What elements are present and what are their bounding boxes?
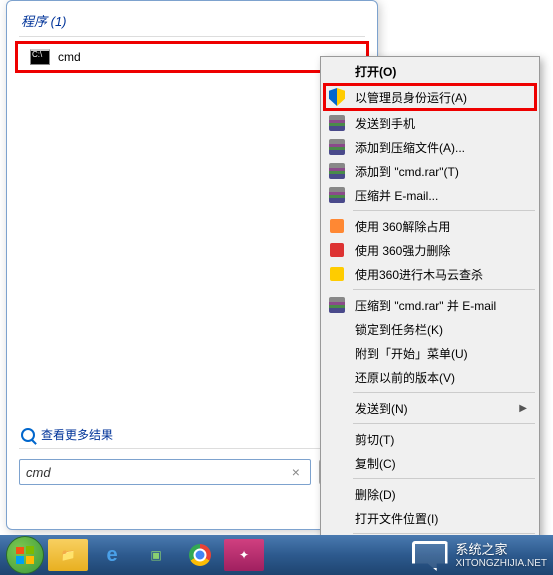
- divider: [19, 36, 365, 37]
- menu-item-1[interactable]: 以管理员身份运行(A): [323, 83, 537, 111]
- blank-icon: [327, 62, 347, 80]
- menu-item-label: 使用 360强力删除: [355, 242, 450, 259]
- blank-icon: [327, 344, 347, 362]
- search-result-cmd[interactable]: cmd: [15, 41, 369, 73]
- watermark-url: XITONGZHIJIA.NET: [456, 558, 548, 569]
- menu-item-2[interactable]: 发送到手机: [323, 111, 537, 135]
- menu-item-label: 打开(O): [355, 63, 396, 80]
- menu-item-19[interactable]: 复制(C): [323, 451, 537, 475]
- taskbar-app-icon[interactable]: ✦: [224, 539, 264, 571]
- menu-item-label: 以管理员身份运行(A): [355, 89, 467, 106]
- menu-item-3[interactable]: 添加到压缩文件(A)...: [323, 135, 537, 159]
- menu-item-5[interactable]: 压缩并 E-mail...: [323, 183, 537, 207]
- watermark-logo-icon: [412, 541, 448, 571]
- menu-item-label: 压缩到 "cmd.rar" 并 E-mail: [355, 297, 496, 314]
- programs-header: 程序 (1): [7, 1, 377, 36]
- search-box[interactable]: ×: [19, 459, 311, 485]
- blank-icon: [327, 320, 347, 338]
- taskbar-chrome-icon[interactable]: [180, 539, 220, 571]
- archive-icon: [327, 186, 347, 204]
- menu-item-9[interactable]: 使用360进行木马云查杀: [323, 262, 537, 286]
- menu-item-14[interactable]: 还原以前的版本(V): [323, 365, 537, 389]
- archive-icon: [327, 162, 347, 180]
- 360-icon: [327, 217, 347, 235]
- shield-icon: [327, 88, 347, 106]
- menu-item-7[interactable]: 使用 360解除占用: [323, 214, 537, 238]
- menu-item-label: 使用 360解除占用: [355, 218, 450, 235]
- submenu-arrow-icon: ▶: [519, 403, 527, 414]
- menu-item-18[interactable]: 剪切(T): [323, 427, 537, 451]
- menu-item-label: 添加到 "cmd.rar"(T): [355, 163, 459, 180]
- menu-item-label: 发送到手机: [355, 115, 415, 132]
- menu-item-label: 还原以前的版本(V): [355, 369, 455, 386]
- menu-separator: [353, 392, 535, 393]
- menu-separator: [353, 423, 535, 424]
- menu-separator: [353, 533, 535, 534]
- start-bottom-bar: × 关机: [19, 448, 365, 485]
- blank-icon: [327, 509, 347, 527]
- 360-icon: [327, 241, 347, 259]
- taskbar-ie-icon[interactable]: e: [92, 539, 132, 571]
- menu-item-label: 删除(D): [355, 486, 396, 503]
- blank-icon: [327, 399, 347, 417]
- watermark-title: 系统之家: [456, 543, 548, 557]
- archive-icon: [327, 138, 347, 156]
- more-results-link[interactable]: 查看更多结果: [21, 426, 113, 443]
- menu-item-label: 复制(C): [355, 455, 396, 472]
- search-icon: [21, 428, 35, 442]
- menu-item-label: 添加到压缩文件(A)...: [355, 139, 465, 156]
- menu-item-4[interactable]: 添加到 "cmd.rar"(T): [323, 159, 537, 183]
- menu-separator: [353, 478, 535, 479]
- menu-item-label: 剪切(T): [355, 431, 394, 448]
- archive-icon: [327, 114, 347, 132]
- archive-icon: [327, 296, 347, 314]
- context-menu: 打开(O) 以管理员身份运行(A) 发送到手机添加到压缩文件(A)... 添加到 "c…: [320, 56, 540, 564]
- blank-icon: [327, 368, 347, 386]
- menu-item-11[interactable]: 压缩到 "cmd.rar" 并 E-mail: [323, 293, 537, 317]
- menu-item-label: 压缩并 E-mail...: [355, 187, 438, 204]
- more-results-label: 查看更多结果: [41, 426, 113, 443]
- taskbar-manager-icon[interactable]: ▣: [136, 539, 176, 571]
- menu-item-13[interactable]: 附到「开始」菜单(U): [323, 341, 537, 365]
- menu-item-22[interactable]: 打开文件位置(I): [323, 506, 537, 530]
- menu-item-label: 打开文件位置(I): [355, 510, 438, 527]
- watermark: 系统之家 XITONGZHIJIA.NET: [412, 541, 548, 571]
- search-input[interactable]: [26, 465, 288, 480]
- menu-item-21[interactable]: 删除(D): [323, 482, 537, 506]
- menu-item-label: 附到「开始」菜单(U): [355, 345, 468, 362]
- result-label: cmd: [58, 50, 81, 64]
- menu-item-12[interactable]: 锁定到任务栏(K): [323, 317, 537, 341]
- menu-item-label: 使用360进行木马云查杀: [355, 266, 483, 283]
- menu-item-0[interactable]: 打开(O): [323, 59, 537, 83]
- clear-search-icon[interactable]: ×: [288, 464, 304, 480]
- taskbar-explorer-icon[interactable]: 📁: [48, 539, 88, 571]
- 360-icon: [327, 265, 347, 283]
- menu-item-label: 锁定到任务栏(K): [355, 321, 443, 338]
- menu-separator: [353, 210, 535, 211]
- menu-item-16[interactable]: 发送到(N) ▶: [323, 396, 537, 420]
- blank-icon: [327, 454, 347, 472]
- menu-item-label: 发送到(N): [355, 400, 408, 417]
- blank-icon: [327, 485, 347, 503]
- blank-icon: [327, 430, 347, 448]
- start-button[interactable]: [6, 536, 44, 574]
- cmd-icon: [30, 49, 50, 65]
- menu-separator: [353, 289, 535, 290]
- menu-item-8[interactable]: 使用 360强力删除: [323, 238, 537, 262]
